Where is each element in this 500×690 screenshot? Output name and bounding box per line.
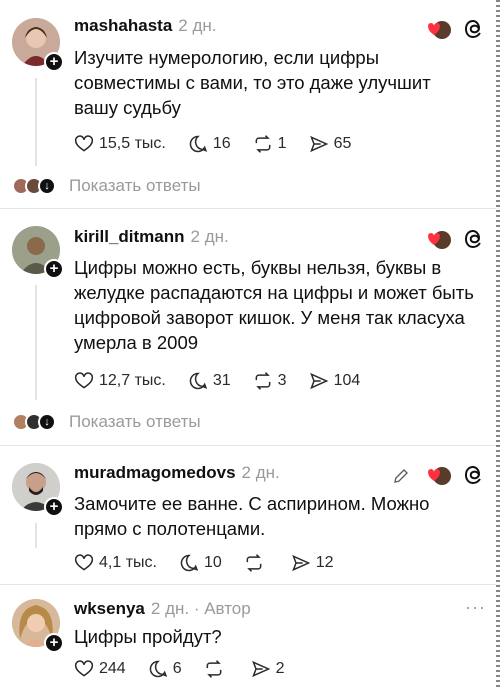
comment-count: 16 [212,135,231,152]
post-wksenya: + wksenya 2 дн. · Автор ··· Цифры пройдут… [0,585,500,690]
repost-button[interactable] [244,553,269,573]
repost-button[interactable]: 1 [253,134,287,154]
chevron-down-icon: ↓ [38,177,56,195]
post-text: Изучите нумерологию, если цифры совмести… [74,47,431,118]
more-button[interactable]: ··· [465,597,486,618]
comment-count: 6 [172,660,182,677]
action-bar: 244 6 2 [74,659,307,679]
follow-plus-button[interactable]: + [44,259,64,279]
like-count: 4,1 тыс. [99,554,157,571]
share-button[interactable]: 65 [309,134,352,154]
share-icon [251,660,270,678]
thread-line [35,523,37,548]
like-button[interactable]: 4,1 тыс. [74,553,157,573]
share-count: 2 [275,660,285,677]
repost-icon [255,372,271,390]
comment-icon [189,135,208,153]
heart-icon [74,660,94,677]
repost-icon [255,135,271,153]
more-icon: ··· [465,597,486,617]
comment-button[interactable]: 31 [188,371,231,391]
liked-by-author-icon [428,467,451,485]
comment-icon [149,660,167,678]
username[interactable]: muradmagomedovs 2 дн. [74,463,280,483]
action-bar: 4,1 тыс. 10 12 [74,553,356,573]
username[interactable]: mashahasta 2 дн. [74,16,217,36]
comment-icon [180,554,199,572]
show-replies[interactable]: ↓ Показать ответы [12,176,201,196]
comment-button[interactable]: 10 [179,553,222,573]
like-button[interactable]: 15,5 тыс. [74,134,166,154]
post-muradmagomedovs: + muradmagomedovs 2 дн. Замочите ее ванне… [0,446,500,586]
post-text: Цифры пройдут? [74,626,222,647]
share-icon [291,554,311,572]
like-count: 244 [99,660,126,677]
share-count: 65 [333,135,352,152]
share-icon [309,372,328,390]
threads-logo-icon[interactable] [462,18,486,42]
comment-count: 10 [203,554,222,571]
post-text: Замочите ее ванне. С аспирином. Можно пр… [74,493,430,539]
repost-count: 3 [277,372,287,389]
post-time: 2 дн. · Автор [150,599,251,618]
heart-icon [74,554,94,571]
post-badges [392,464,486,488]
comment-button[interactable]: 16 [188,134,231,154]
threads-logo-icon[interactable] [462,464,486,488]
thread-line [35,78,37,166]
follow-plus-button[interactable]: + [44,52,64,72]
comment-icon [189,372,208,390]
action-bar: 15,5 тыс. 16 1 65 [74,134,373,154]
like-button[interactable]: 244 [74,659,126,679]
like-count: 15,5 тыс. [99,135,166,152]
share-button[interactable]: 104 [309,371,361,391]
action-bar: 12,7 тыс. 31 3 104 [74,371,382,391]
repost-count: 1 [277,135,287,152]
threads-logo-icon[interactable] [462,228,486,252]
repost-icon [246,554,262,572]
show-replies-label: Показать ответы [69,412,201,431]
show-replies-label: Показать ответы [69,176,201,195]
like-button[interactable]: 12,7 тыс. [74,371,166,391]
chevron-down-icon: ↓ [38,413,56,431]
thread-line [35,285,37,400]
follow-plus-button[interactable]: + [44,633,64,653]
share-icon [309,135,328,153]
show-replies[interactable]: ↓ Показать ответы [12,412,201,432]
comment-button[interactable]: 6 [148,659,182,679]
heart-icon [74,135,94,152]
liked-by-author-icon [428,21,451,39]
comment-count: 31 [212,372,231,389]
repost-button[interactable] [204,659,229,679]
username[interactable]: wksenya 2 дн. · Автор [74,599,251,619]
repost-icon [206,660,222,678]
post-badges [424,228,486,252]
heart-icon [74,372,94,389]
liked-by-author-icon [428,231,451,249]
post-kirill-ditmann: + kirill_ditmann 2 дн. Цифры можно есть, … [0,209,500,444]
username[interactable]: kirill_ditmann 2 дн. [74,227,229,247]
pencil-icon[interactable] [392,467,410,485]
share-button[interactable]: 12 [291,553,334,573]
post-badges [424,18,486,42]
follow-plus-button[interactable]: + [44,497,64,517]
post-time: 2 дн. [190,227,229,246]
post-time: 2 дн. [241,463,280,482]
scan-edge [496,0,500,690]
post-text: Цифры можно есть, буквы нельзя, буквы в … [74,257,474,353]
share-button[interactable]: 2 [251,659,285,679]
post-mashahasta: + mashahasta 2 дн. Изучите нумерологию, е… [0,0,500,205]
post-time: 2 дн. [178,16,217,35]
like-count: 12,7 тыс. [99,372,166,389]
share-count: 104 [333,372,361,389]
share-count: 12 [315,554,334,571]
repost-button[interactable]: 3 [253,371,287,391]
